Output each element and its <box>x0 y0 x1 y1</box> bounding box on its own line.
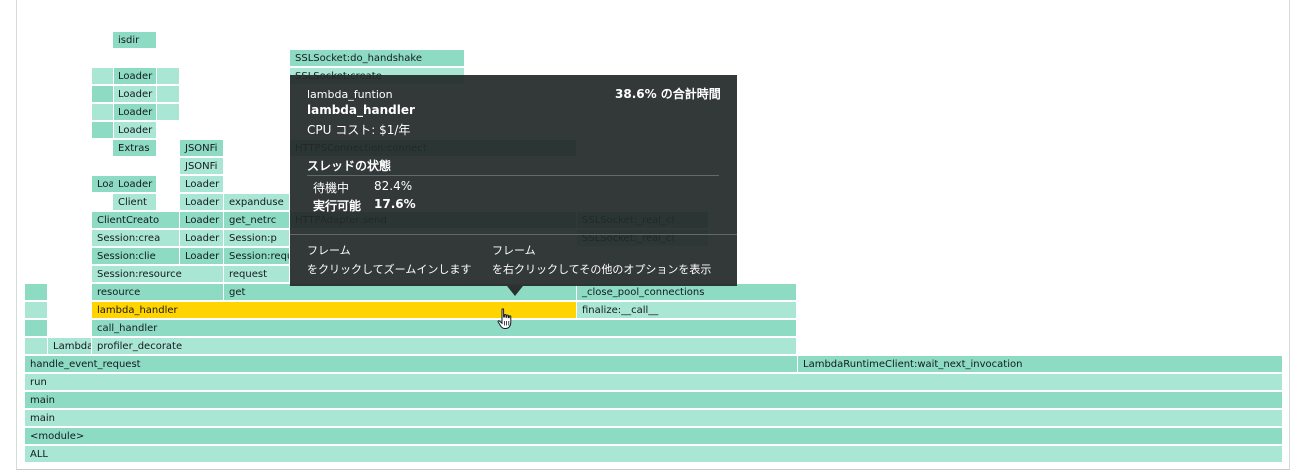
tooltip-thread-state-heading: スレッドの状態 <box>307 159 392 173</box>
flame-frame[interactable]: Loader <box>113 86 157 103</box>
flame-frame[interactable]: SSLSocket:do_handshake <box>290 50 465 67</box>
flame-frame[interactable] <box>92 86 114 103</box>
flame-frame[interactable] <box>157 86 180 103</box>
flame-frame[interactable]: ALL <box>25 446 1283 463</box>
flame-frame[interactable]: <module> <box>25 428 1283 445</box>
flame-frame[interactable]: request <box>224 266 290 283</box>
flame-frame[interactable] <box>92 68 114 85</box>
flame-frame[interactable]: finalize:__call__ <box>577 302 797 319</box>
tooltip-divider-bottom <box>290 234 737 235</box>
tooltip-total-time: 38.6% の合計時間 <box>615 87 721 101</box>
flame-frame[interactable]: Session:clie <box>92 248 180 265</box>
tooltip-hint-right-text: を右クリックしてその他のオプションを表示 <box>492 263 712 276</box>
flame-frame[interactable]: main <box>25 410 1283 427</box>
flame-frame[interactable]: Extras <box>113 140 157 157</box>
flame-frame[interactable]: _close_pool_connections <box>577 284 797 301</box>
flame-frame[interactable]: Session:crea <box>92 230 180 247</box>
flame-frame[interactable]: main <box>25 392 1283 409</box>
flame-frame[interactable]: profiler_decorate <box>92 338 797 355</box>
flame-frame[interactable]: call_handler <box>92 320 797 337</box>
flame-frame[interactable]: expanduse <box>224 194 290 211</box>
tooltip-runnable-label: 実行可能 <box>313 199 362 213</box>
caret-down-icon <box>507 286 523 296</box>
tooltip-handler-name: lambda_handler <box>307 103 415 117</box>
flame-frame[interactable] <box>25 284 48 301</box>
flame-frame[interactable]: run <box>25 374 1283 391</box>
flame-frame[interactable]: Client <box>113 194 157 211</box>
flame-frame[interactable]: Session:request <box>224 248 290 265</box>
flame-frame[interactable] <box>25 320 48 337</box>
tooltip-hint-right-title: フレーム <box>492 244 536 257</box>
hand-pointer-icon <box>497 308 512 329</box>
flame-frame[interactable] <box>157 68 180 85</box>
flame-frame[interactable]: Loader <box>92 176 114 193</box>
flame-frame[interactable]: LambdaRuntimeClient:wait_next_invocation <box>798 356 1283 373</box>
flame-frame[interactable]: Session:resource <box>92 266 224 283</box>
flame-frame[interactable]: JSONFi <box>180 140 224 157</box>
flame-frame[interactable]: JSONFi <box>180 158 224 175</box>
tooltip-waiting-value: 82.4% <box>374 179 413 193</box>
flame-frame[interactable] <box>92 104 114 121</box>
flame-frame[interactable] <box>25 302 48 319</box>
flame-frame[interactable]: Session:p <box>224 230 290 247</box>
flame-frame[interactable]: ClientCreato <box>92 212 180 229</box>
flame-frame[interactable]: Loader <box>180 194 224 211</box>
flame-frame[interactable]: Lambda <box>48 338 92 355</box>
flame-frame[interactable]: Loader <box>113 176 157 193</box>
flame-frame[interactable]: Loader <box>180 212 224 229</box>
tooltip-waiting-label: 待機中 <box>313 181 350 195</box>
tooltip-divider <box>307 175 719 176</box>
flame-frame[interactable]: Loader <box>113 68 157 85</box>
tooltip-hint-left-text: をクリックしてズームインします <box>307 263 472 276</box>
flame-frame[interactable]: isdir <box>113 32 157 49</box>
flame-frame[interactable]: Loader <box>113 104 157 121</box>
flame-frame[interactable]: Loader <box>180 230 224 247</box>
flame-frame[interactable] <box>92 122 114 139</box>
flame-frame[interactable]: handle_event_request <box>25 356 798 373</box>
flame-frame[interactable]: get <box>224 284 577 301</box>
flame-frame[interactable]: resource <box>92 284 224 301</box>
tooltip-cpu-cost: CPU コスト: $1/年 <box>307 123 411 137</box>
tooltip-hint-left-title: フレーム <box>307 244 351 257</box>
frame-tooltip: lambda_funtion lambda_handler CPU コスト: $… <box>290 75 737 286</box>
tooltip-runnable-value: 17.6% <box>374 197 416 211</box>
flame-frame[interactable]: Loader <box>113 122 157 139</box>
flame-frame[interactable]: Loader <box>180 248 224 265</box>
flame-frame[interactable]: get_netrc <box>224 212 290 229</box>
tooltip-function-name: lambda_funtion <box>307 88 393 101</box>
flame-frame[interactable] <box>157 104 180 121</box>
flame-frame[interactable] <box>25 338 48 355</box>
flame-frame[interactable]: Loader <box>180 176 224 193</box>
